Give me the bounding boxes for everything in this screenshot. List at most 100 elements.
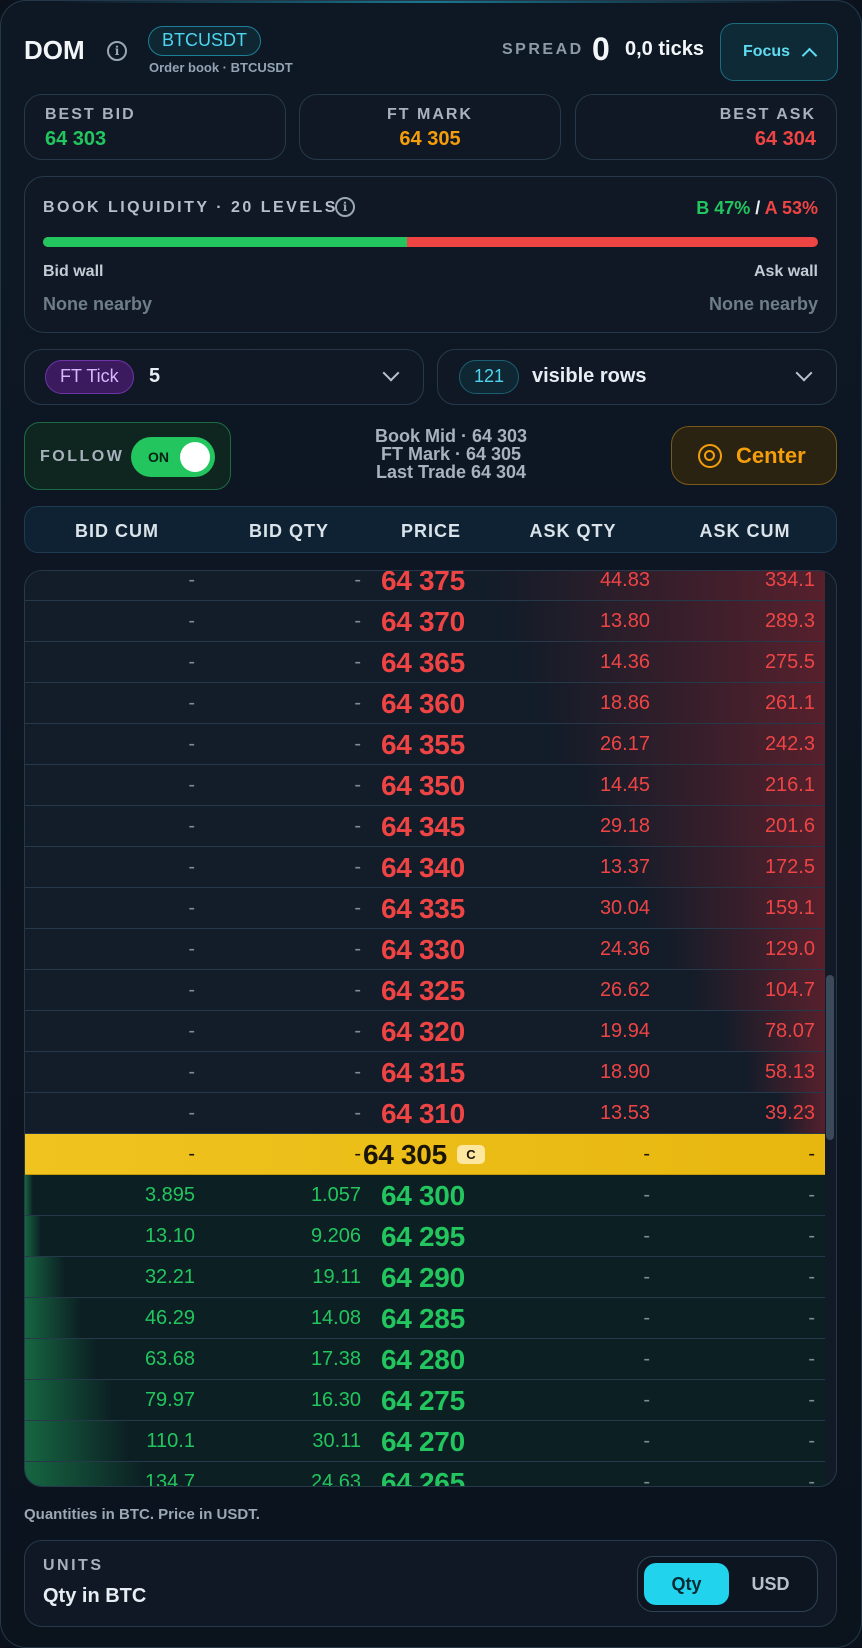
col-ask-qty[interactable]: ASK QTY — [529, 521, 616, 542]
bid-qty-cell[interactable]: - — [354, 733, 361, 756]
usd-button[interactable]: USD — [728, 1563, 813, 1605]
ask-qty-cell[interactable]: - — [643, 1184, 650, 1207]
ask-qty-cell[interactable]: 14.36 — [600, 651, 650, 674]
price-cell: 64 270 — [381, 1426, 465, 1457]
ask-cum-cell: 261.1 — [764, 692, 815, 714]
info-icon[interactable]: i — [107, 41, 127, 61]
bid-qty-cell[interactable]: - — [354, 651, 361, 674]
best-bid-card: BEST BID 64 303 — [24, 94, 286, 160]
bid-qty-cell[interactable]: - — [354, 1020, 361, 1043]
ask-row[interactable]: - -64 370 13.80 289.3 — [25, 601, 825, 642]
col-ask-cum[interactable]: ASK CUM — [700, 521, 791, 542]
bid-qty-cell[interactable]: 9.206 — [311, 1225, 361, 1248]
bid-row[interactable]: 46.29 14.08 64 285 - - — [25, 1298, 825, 1339]
ask-qty-cell[interactable]: - — [643, 1430, 650, 1453]
bid-qty-cell[interactable]: - — [354, 938, 361, 961]
ask-row[interactable]: - -64 310 13.53 39.23 — [25, 1093, 825, 1134]
bid-row[interactable]: 134.7 24.63 64 265 - - — [25, 1462, 825, 1486]
ask-row[interactable]: - -64 330 24.36 129.0 — [25, 929, 825, 970]
bid-qty-cell[interactable]: - — [354, 897, 361, 920]
ask-qty-cell[interactable]: 24.36 — [600, 938, 650, 961]
col-bid-qty[interactable]: BID QTY — [249, 521, 329, 542]
ask-qty-cell[interactable]: 44.83 — [600, 571, 650, 592]
ask-row[interactable]: - -64 375 44.83 334.1 — [25, 571, 825, 601]
follow-toggle[interactable]: ON — [131, 437, 215, 477]
bid-qty-cell[interactable]: - — [354, 815, 361, 838]
bid-row[interactable]: 63.68 17.38 64 280 - - — [25, 1339, 825, 1380]
spread-ticks: 0,0 ticks — [625, 38, 704, 60]
focus-button[interactable]: Focus — [720, 23, 838, 81]
ask-row[interactable]: - -64 360 18.86 261.1 — [25, 683, 825, 724]
bid-qty-cell[interactable]: 14.08 — [311, 1307, 361, 1330]
info-icon[interactable]: i — [335, 197, 355, 217]
bid-cum-cell: - — [188, 897, 195, 919]
bid-qty-cell[interactable]: - — [354, 571, 361, 592]
ask-row[interactable]: - -64 345 29.18 201.6 — [25, 806, 825, 847]
ask-row[interactable]: - -64 340 13.37 172.5 — [25, 847, 825, 888]
bid-qty-cell[interactable]: - — [354, 979, 361, 1002]
price-cell: 64 315 — [381, 1057, 465, 1088]
bid-qty-cell[interactable]: 19.11 — [312, 1266, 361, 1289]
col-price[interactable]: PRICE — [401, 521, 461, 542]
symbol-badge[interactable]: BTCUSDT — [148, 26, 261, 56]
ask-qty-cell[interactable]: - — [643, 1225, 650, 1248]
ask-qty-cell[interactable]: 26.62 — [600, 979, 650, 1002]
bid-qty-cell[interactable]: 17.38 — [311, 1348, 361, 1371]
depth-bar — [25, 1175, 33, 1215]
last-trade: Last Trade 64 304 — [375, 462, 527, 482]
bid-row[interactable]: 13.10 9.206 64 295 - - — [25, 1216, 825, 1257]
ask-row[interactable]: - -64 355 26.17 242.3 — [25, 724, 825, 765]
ask-qty-cell[interactable]: 14.45 — [600, 774, 650, 797]
bid-qty-cell[interactable]: 30.11 — [312, 1430, 361, 1453]
ask-qty-cell[interactable]: 13.53 — [600, 1102, 650, 1125]
bid-cum-cell: - — [188, 610, 195, 632]
ask-qty-cell[interactable]: - — [643, 1471, 650, 1486]
price-cell: 64 295 — [381, 1221, 465, 1252]
ask-row[interactable]: - -64 320 19.94 78.07 — [25, 1011, 825, 1052]
ask-qty-cell[interactable]: 18.86 — [600, 692, 650, 715]
qty-button[interactable]: Qty — [644, 1563, 729, 1605]
bid-qty-cell[interactable]: - — [354, 774, 361, 797]
bid-qty-cell[interactable]: 24.63 — [311, 1471, 361, 1486]
ask-row[interactable]: - -64 335 30.04 159.1 — [25, 888, 825, 929]
ask-qty-cell[interactable]: 26.17 — [600, 733, 650, 756]
best-bid-value: 64 303 — [45, 128, 107, 150]
bid-row[interactable]: 32.21 19.11 64 290 - - — [25, 1257, 825, 1298]
ask-qty-cell[interactable]: - — [643, 1348, 650, 1371]
ask-row[interactable]: - -64 315 18.90 58.13 — [25, 1052, 825, 1093]
ask-row[interactable]: - -64 365 14.36 275.5 — [25, 642, 825, 683]
bid-qty-cell[interactable]: 1.057 — [311, 1184, 361, 1207]
bid-qty-cell[interactable]: - — [354, 692, 361, 715]
scrollbar[interactable] — [826, 975, 834, 1140]
ask-qty-cell[interactable]: - — [643, 1307, 650, 1330]
bid-row[interactable]: 110.1 30.11 64 270 - - — [25, 1421, 825, 1462]
ask-qty-cell[interactable]: 19.94 — [600, 1020, 650, 1043]
bid-cum-cell: 13.10 — [144, 1225, 195, 1247]
bid-cum-cell: 110.1 — [146, 1430, 195, 1452]
mark-row[interactable]: - -64 305- - C — [25, 1134, 825, 1175]
col-bid-cum[interactable]: BID CUM — [75, 521, 159, 542]
ask-qty-cell[interactable]: 13.37 — [600, 856, 650, 879]
bid-qty-cell[interactable]: - — [354, 856, 361, 879]
ask-qty-cell[interactable]: 13.80 — [600, 610, 650, 633]
ask-qty-cell[interactable]: 30.04 — [600, 897, 650, 920]
tick-select[interactable]: FT Tick 5 — [24, 349, 424, 405]
ask-qty-cell[interactable]: - — [643, 1266, 650, 1289]
ask-row[interactable]: - -64 325 26.62 104.7 — [25, 970, 825, 1011]
ask-qty-cell[interactable]: - — [643, 1143, 650, 1166]
bid-qty-cell[interactable]: 16.30 — [311, 1389, 361, 1412]
bid-qty-cell[interactable]: - — [354, 1102, 361, 1125]
bid-qty-cell[interactable]: - — [354, 1061, 361, 1084]
ask-qty-cell[interactable]: 18.90 — [600, 1061, 650, 1084]
ask-row[interactable]: - -64 350 14.45 216.1 — [25, 765, 825, 806]
bid-qty-cell[interactable]: - — [354, 610, 361, 633]
ask-qty-cell[interactable]: - — [643, 1389, 650, 1412]
follow-label: FOLLOW — [40, 448, 125, 465]
bid-row[interactable]: 3.895 1.057 64 300 - - — [25, 1175, 825, 1216]
bid-row[interactable]: 79.97 16.30 64 275 - - — [25, 1380, 825, 1421]
ask-qty-cell[interactable]: 29.18 — [600, 815, 650, 838]
visible-rows-select[interactable]: 121 visible rows — [437, 349, 837, 405]
price-ladder[interactable]: - -64 375 44.83 334.1- -64 370 13.80 289.3- -64… — [24, 570, 837, 1487]
center-button[interactable]: Center — [671, 426, 837, 485]
bid-qty-cell[interactable]: - — [354, 1143, 361, 1166]
